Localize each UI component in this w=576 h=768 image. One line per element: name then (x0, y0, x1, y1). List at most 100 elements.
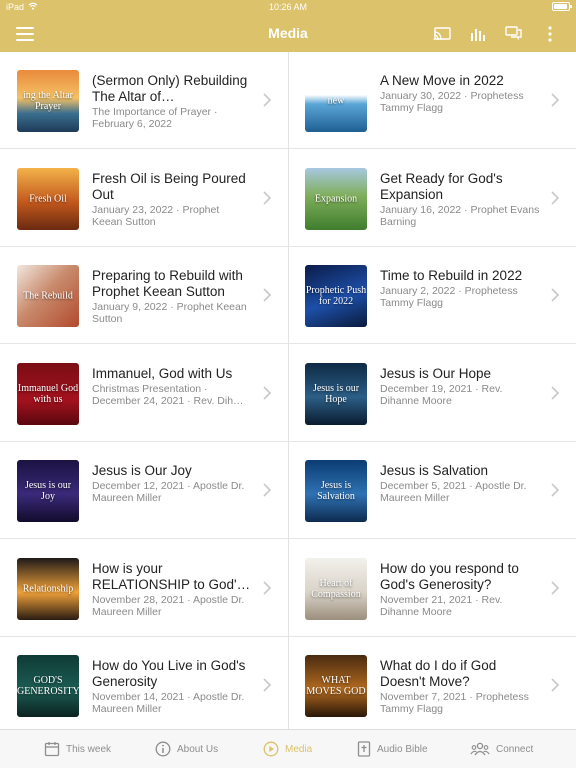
thumbnail-caption: Heart of Compassion (311, 578, 361, 600)
people-icon (470, 741, 490, 757)
thumbnail-caption: Jesus is Salvation (317, 480, 355, 502)
thumbnail-caption: new (327, 95, 345, 107)
chevron-right-icon (262, 287, 272, 303)
calendar-icon (44, 741, 60, 757)
tab-label: Media (285, 743, 313, 755)
media-title: Fresh Oil is Being Poured Out (92, 171, 246, 202)
media-item[interactable]: Jesus is Salvation Jesus is Salvation Dece… (288, 442, 576, 539)
media-thumbnail: Fresh Oil (17, 168, 79, 230)
thumbnail-caption: GOD'S GENEROSITY (17, 675, 79, 697)
media-title: How is your RELATIONSHIP to God'… (92, 561, 251, 592)
media-thumbnail: new (305, 70, 367, 132)
media-item[interactable]: Prophetic Push for 2022 Time to Rebuild i… (288, 247, 576, 344)
nav-bar: Media (0, 18, 576, 50)
media-text: How is your RELATIONSHIP to God'… Novembe… (92, 561, 252, 618)
thumbnail-caption: Prophetic Push for 2022 (305, 285, 367, 307)
media-thumbnail: Expansion (305, 168, 367, 230)
play-icon (263, 741, 279, 757)
more-icon[interactable] (540, 24, 560, 44)
media-meta: January 2, 2022 · Prophetess Tammy Flagg (380, 285, 518, 309)
tab-connect[interactable]: Connect (470, 739, 533, 759)
media-title: Preparing to Rebuild with Prophet Keean … (92, 268, 243, 299)
chevron-right-icon (262, 482, 272, 498)
media-item[interactable]: The Rebuild Preparing to Rebuild with Pro… (0, 247, 288, 344)
chevron-right-icon (262, 580, 272, 596)
media-text: A New Move in 2022 January 30, 2022 · Pro… (380, 73, 540, 114)
chevron-right-icon (550, 482, 560, 498)
media-item[interactable]: Jesus is our Hope Jesus is Our Hope Decemb… (288, 345, 576, 442)
chat-icon[interactable] (504, 24, 524, 44)
media-item[interactable]: Expansion Get Ready for God's Expansion Ja… (288, 150, 576, 247)
media-item[interactable]: ing the Altar Prayer (Sermon Only) Rebuil… (0, 52, 288, 149)
tab-bar: This week About Us Media Audio Bible Con… (0, 729, 576, 768)
info-icon (155, 741, 171, 757)
media-thumbnail: Heart of Compassion (305, 558, 367, 620)
media-title: Jesus is Our Joy (92, 463, 192, 478)
tab-media[interactable]: Media (263, 739, 312, 759)
media-meta: Christmas Presentation · December 24, 20… (92, 383, 244, 407)
tab-about-us[interactable]: About Us (155, 739, 218, 759)
media-title: Time to Rebuild in 2022 (380, 268, 523, 283)
tab-label: Audio Bible (377, 743, 428, 755)
cast-icon[interactable] (432, 24, 452, 44)
audio-levels-icon[interactable] (468, 24, 488, 44)
thumbnail-caption: Expansion (314, 193, 358, 205)
media-thumbnail: GOD'S GENEROSITY (17, 655, 79, 717)
thumbnail-caption: ing the Altar Prayer (23, 90, 73, 112)
status-bar: iPad 10:26 AM (0, 0, 576, 14)
thumbnail-caption: Immanuel God with us (17, 383, 79, 405)
media-text: (Sermon Only) Rebuilding The Altar of… Th… (92, 73, 252, 130)
media-thumbnail: Jesus is Salvation (305, 460, 367, 522)
tab-audio-bible[interactable]: Audio Bible (357, 739, 428, 759)
tab-label: About Us (177, 743, 219, 755)
media-thumbnail: ing the Altar Prayer (17, 70, 79, 132)
media-title: (Sermon Only) Rebuilding The Altar of… (92, 73, 248, 104)
media-meta: November 21, 2021 · Rev. Dihanne Moore (380, 594, 503, 618)
media-thumbnail: Prophetic Push for 2022 (305, 265, 367, 327)
media-item[interactable]: Immanuel God with us Immanuel, God with U… (0, 345, 288, 442)
media-item[interactable]: Relationship How is your RELATIONSHIP to … (0, 540, 288, 637)
thumbnail-caption: Fresh Oil (29, 193, 67, 205)
thumbnail-caption: Jesus is our Hope (312, 383, 360, 405)
chevron-right-icon (550, 580, 560, 596)
media-meta: January 16, 2022 · Prophet Evans Barning (380, 204, 540, 228)
thumbnail-caption: The Rebuild (23, 290, 73, 302)
thumbnail-caption: Relationship (22, 583, 74, 595)
media-meta: December 12, 2021 · Apostle Dr. Maureen … (92, 480, 245, 504)
media-meta: January 9, 2022 · Prophet Keean Sutton (92, 301, 247, 325)
tab-label: This week (66, 743, 112, 755)
chevron-right-icon (550, 677, 560, 693)
tab-label: Connect (496, 743, 534, 755)
media-text: Get Ready for God's Expansion January 16,… (380, 171, 540, 228)
media-item[interactable]: Fresh Oil Fresh Oil is Being Poured Out Ja… (0, 150, 288, 247)
media-text: Jesus is Our Hope December 19, 2021 · Rev… (380, 366, 540, 407)
chevron-right-icon (550, 92, 560, 108)
media-thumbnail: Jesus is our Hope (305, 363, 367, 425)
media-text: What do I do if God Doesn't Move? Novembe… (380, 658, 540, 715)
bible-icon (357, 741, 371, 757)
media-text: Preparing to Rebuild with Prophet Keean … (92, 268, 252, 325)
chevron-right-icon (550, 190, 560, 206)
thumbnail-caption: Jesus is our Joy (24, 480, 72, 502)
chevron-right-icon (262, 190, 272, 206)
media-thumbnail: Relationship (17, 558, 79, 620)
media-text: Jesus is Our Joy December 12, 2021 · Apos… (92, 463, 252, 504)
media-meta: December 5, 2021 · Apostle Dr. Maureen M… (380, 480, 527, 504)
media-thumbnail: Jesus is our Joy (17, 460, 79, 522)
media-title: Jesus is Our Hope (380, 366, 492, 381)
media-item[interactable]: Heart of Compassion How do you respond to… (288, 540, 576, 637)
media-item[interactable]: GOD'S GENEROSITY How do You Live in God's… (0, 637, 288, 734)
media-item[interactable]: WHAT MOVES GOD What do I do if God Doesn'… (288, 637, 576, 734)
chevron-right-icon (262, 92, 272, 108)
media-item[interactable]: Jesus is our Joy Jesus is Our Joy December… (0, 442, 288, 539)
media-text: Immanuel, God with Us Christmas Presentat… (92, 366, 252, 407)
media-text: How do you respond to God's Generosity? N… (380, 561, 540, 618)
status-time: 10:26 AM (268, 2, 308, 12)
media-thumbnail: WHAT MOVES GOD (305, 655, 367, 717)
tab-this-week[interactable]: This week (44, 739, 111, 759)
media-text: Fresh Oil is Being Poured Out January 23,… (92, 171, 252, 228)
chevron-right-icon (550, 287, 560, 303)
chevron-right-icon (262, 385, 272, 401)
media-text: Time to Rebuild in 2022 January 2, 2022 ·… (380, 268, 540, 309)
media-item[interactable]: new A New Move in 2022 January 30, 2022 · … (288, 52, 576, 149)
